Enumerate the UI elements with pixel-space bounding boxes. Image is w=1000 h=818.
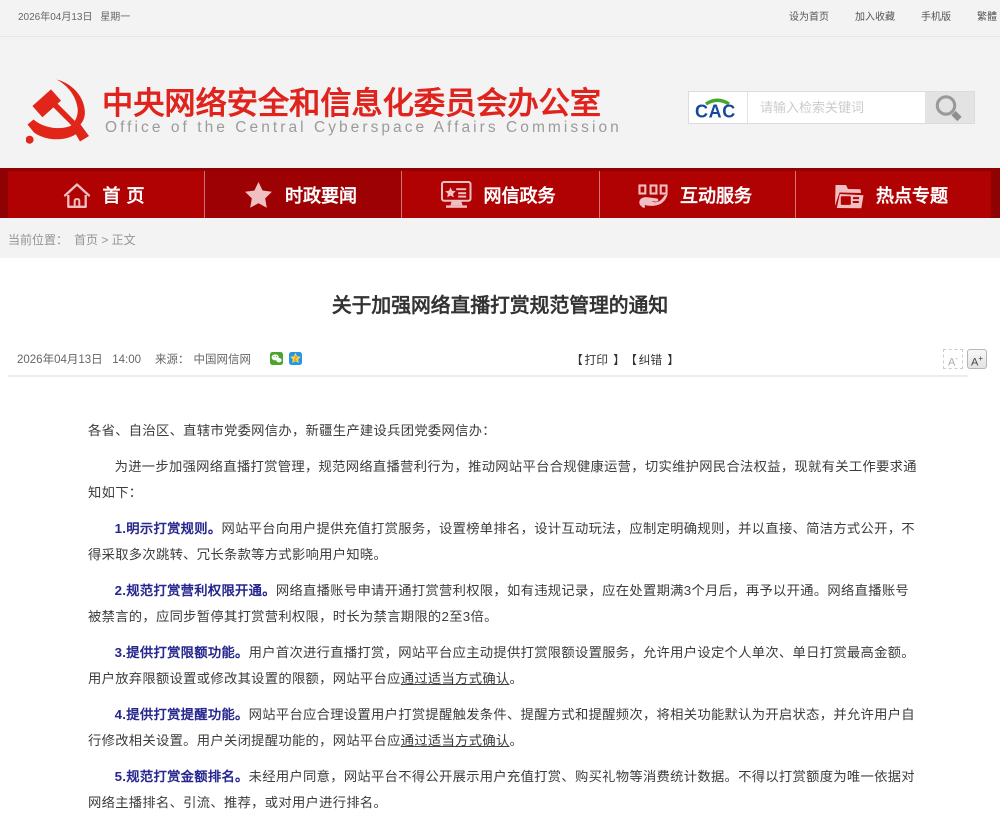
svg-text:CAC: CAC xyxy=(695,102,736,122)
